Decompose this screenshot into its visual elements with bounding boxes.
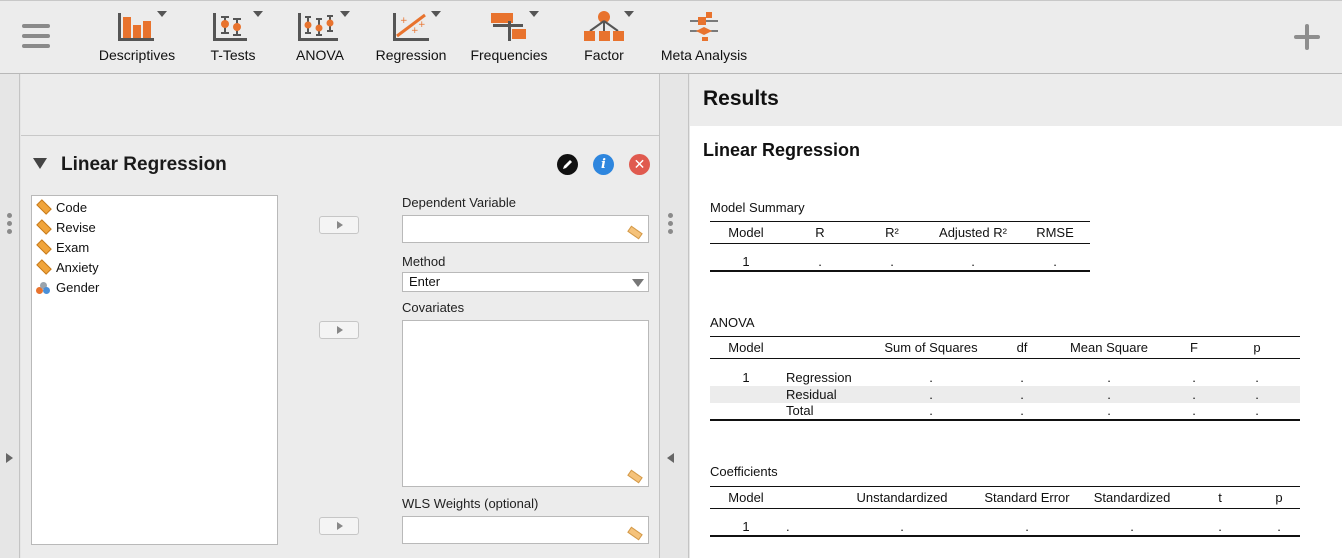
info-button[interactable]: i	[593, 154, 614, 175]
column-header: Unstandardized	[832, 486, 972, 509]
add-module-button[interactable]	[1294, 24, 1320, 50]
column-header: Standard Error	[972, 486, 1082, 509]
table-row: Total . . . . .	[710, 402, 1300, 421]
descriptives-button[interactable]: Descriptives	[94, 9, 180, 69]
analysis-toolbar-area	[21, 74, 659, 136]
analysis-options-pane: Linear Regression i ✕ Code Revise Exam A…	[7, 74, 659, 558]
close-icon: ✕	[633, 156, 646, 172]
pencil-icon	[563, 160, 572, 169]
scale-ruler-icon	[36, 259, 52, 275]
scale-ruler-icon	[627, 469, 643, 484]
column-header: Adjusted R²	[926, 221, 1020, 244]
column-header: Mean Square	[1044, 336, 1174, 359]
meta-analysis-icon	[676, 9, 732, 43]
coefficients-caption: Coefficients	[710, 464, 778, 479]
menu-icon[interactable]	[22, 24, 50, 52]
scale-ruler-icon	[36, 219, 52, 235]
t-tests-button[interactable]: T-Tests	[204, 9, 263, 69]
meta-analysis-button[interactable]: Meta Analysis	[656, 9, 752, 69]
table-row: Residual . . . . .	[710, 385, 1300, 403]
dependent-variable-label: Dependent Variable	[402, 195, 516, 210]
wls-weights-label: WLS Weights (optional)	[402, 496, 539, 511]
column-header: RMSE	[1020, 221, 1090, 244]
anova-button[interactable]: ANOVA	[292, 9, 350, 69]
wls-weights-box[interactable]	[402, 516, 649, 544]
factor-button[interactable]: Factor	[575, 9, 634, 69]
model-summary-table: Model R R² Adjusted R² RMSE 1 . . . .	[710, 221, 1090, 272]
collapse-triangle-icon[interactable]	[33, 158, 47, 169]
variable-item-gender[interactable]: Gender	[32, 278, 277, 298]
covariates-label: Covariates	[402, 300, 465, 315]
svg-text:+: +	[400, 16, 408, 26]
method-label: Method	[402, 254, 446, 269]
variable-item-anxiety[interactable]: Anxiety	[32, 258, 277, 278]
expand-right-icon[interactable]	[6, 453, 13, 463]
results-title: Results	[703, 87, 779, 110]
column-header: Model	[710, 221, 782, 244]
scale-ruler-icon	[627, 526, 643, 541]
results-content: Linear Regression Model Summary Model R …	[690, 126, 1342, 558]
column-header: F	[1174, 336, 1214, 359]
column-header: Standardized	[1082, 486, 1182, 509]
coefficients-table: Model Unstandardized Standard Error Stan…	[710, 486, 1300, 537]
model-summary-caption: Model Summary	[710, 200, 805, 215]
table-row: 1 . . . . . .	[710, 508, 1300, 537]
factor-icon	[576, 9, 634, 43]
info-icon: i	[601, 157, 606, 172]
frequencies-icon	[481, 9, 539, 43]
regression-icon: + + +	[383, 9, 441, 43]
collapse-left-icon[interactable]	[667, 453, 674, 463]
column-header	[782, 486, 832, 509]
column-header: Sum of Squares	[862, 336, 1000, 359]
drag-handle-icon[interactable]	[7, 213, 13, 237]
dependent-variable-box[interactable]	[402, 215, 649, 243]
results-pane: Results Linear Regression Model Summary …	[690, 74, 1342, 558]
assign-covariates-button[interactable]	[319, 321, 359, 339]
close-analysis-button[interactable]: ✕	[629, 154, 650, 175]
column-header: Model	[710, 486, 782, 509]
regression-button[interactable]: + + + Regression	[372, 9, 450, 69]
column-header: t	[1182, 486, 1258, 509]
variable-list[interactable]: Code Revise Exam Anxiety Gender	[31, 195, 278, 545]
variable-item-revise[interactable]: Revise	[32, 218, 277, 238]
t-tests-icon	[205, 9, 263, 43]
anova-icon	[292, 9, 350, 43]
analysis-header: Linear Regression i ✕	[33, 152, 653, 180]
ribbon-toolbar: Descriptives T-Tests ANOVA + + + Regress…	[0, 0, 1342, 74]
edit-title-button[interactable]	[557, 154, 578, 175]
analysis-title: Linear Regression	[61, 154, 227, 175]
column-header: R	[782, 221, 858, 244]
pane-splitter[interactable]	[659, 74, 689, 558]
scale-ruler-icon	[627, 225, 643, 240]
assign-dependent-button[interactable]	[319, 216, 359, 234]
result-analysis-title: Linear Regression	[703, 140, 861, 160]
assign-wls-weights-button[interactable]	[319, 517, 359, 535]
variable-item-code[interactable]: Code	[32, 198, 277, 218]
anova-table: Model Sum of Squares df Mean Square F p …	[710, 336, 1300, 421]
scale-ruler-icon	[36, 239, 52, 255]
column-header: df	[1000, 336, 1044, 359]
column-header: p	[1258, 486, 1300, 509]
column-header: R²	[858, 221, 926, 244]
covariates-box[interactable]	[402, 320, 649, 487]
anova-caption: ANOVA	[710, 315, 755, 330]
column-header: Model	[710, 336, 782, 359]
column-header: p	[1214, 336, 1300, 359]
frequencies-button[interactable]: Frequencies	[467, 9, 551, 69]
method-dropdown[interactable]: Enter	[402, 272, 649, 292]
svg-text:+: +	[418, 20, 426, 30]
table-row: 1 Regression . . . . .	[742, 369, 1259, 385]
scale-ruler-icon	[36, 199, 52, 215]
column-header	[782, 336, 862, 359]
variable-item-exam[interactable]: Exam	[32, 238, 277, 258]
descriptives-icon	[109, 9, 167, 43]
nominal-variable-icon	[36, 282, 51, 295]
data-panel-collapse-strip[interactable]	[0, 74, 20, 558]
table-row: 1 . . . .	[710, 243, 1090, 272]
drag-handle-icon[interactable]	[668, 213, 674, 237]
